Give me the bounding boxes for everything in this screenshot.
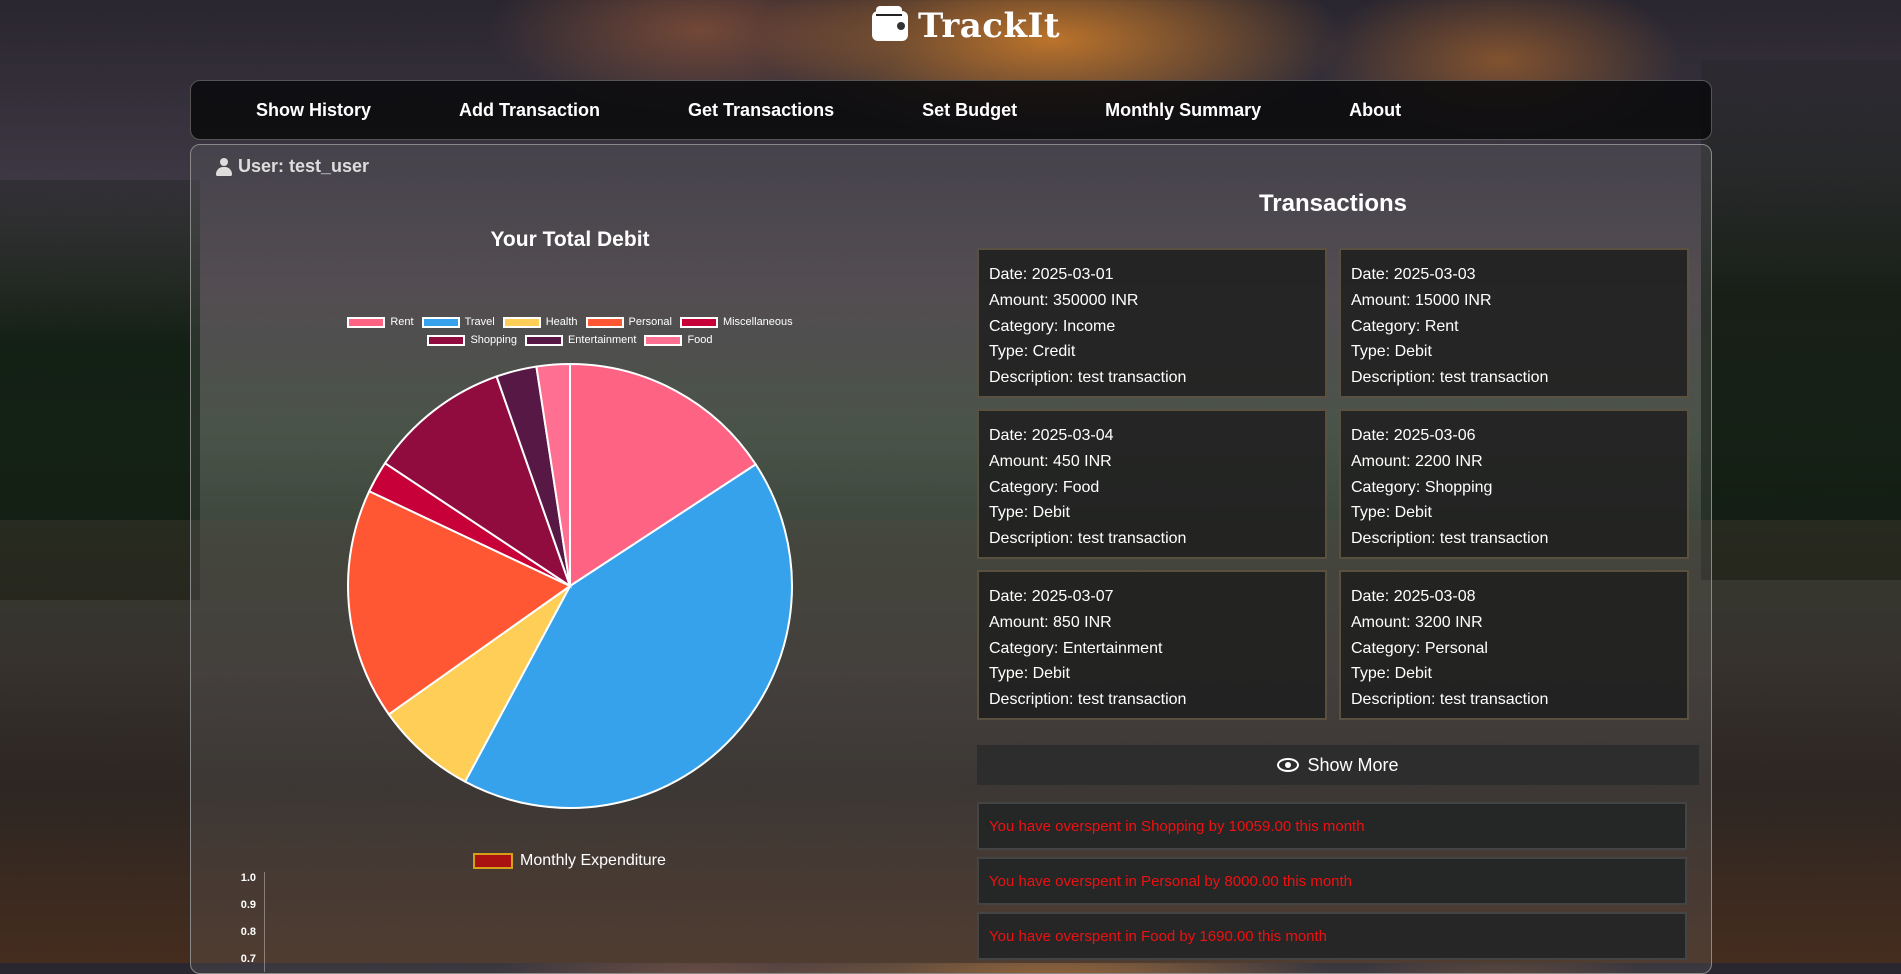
pie-legend: Rent Travel Health Personal Miscellaneous Sho… (330, 316, 810, 346)
transaction-description: Description: test transaction (1351, 369, 1549, 387)
transaction-card[interactable]: Date: 2025-03-08 Amount: 3200 INR Catego… (1339, 570, 1689, 720)
app-name: TrackIt (918, 6, 1061, 46)
legend-label: Travel (464, 316, 495, 328)
overspend-alert: You have overspent in Food by 1690.00 th… (977, 912, 1687, 960)
y-tick-label: 0.9 (240, 899, 256, 911)
app-brand[interactable]: TrackIt (872, 6, 1060, 46)
legend-swatch (585, 316, 624, 328)
overspend-alert: You have overspent in Personal by 8000.0… (977, 857, 1687, 905)
legend-swatch (347, 316, 386, 328)
transaction-description: Description: test transaction (989, 530, 1187, 548)
legend-item-shopping[interactable]: Shopping (427, 334, 517, 346)
legend-swatch (421, 316, 460, 328)
legend-item-health[interactable]: Health (502, 316, 578, 328)
transaction-date: Date: 2025-03-03 (1351, 266, 1476, 283)
bar-chart-y-axis (264, 872, 265, 972)
show-more-label: Show More (1307, 754, 1399, 775)
legend-swatch (679, 316, 718, 328)
nav-add-transaction[interactable]: Add Transaction (415, 100, 644, 121)
transaction-card[interactable]: Date: 2025-03-07 Amount: 850 INR Categor… (977, 570, 1327, 720)
overspend-alert: You have overspent in Shopping by 10059.… (977, 802, 1687, 850)
user-icon (216, 157, 232, 176)
transaction-amount: Amount: 850 INR (989, 613, 1112, 631)
legend-label: Food (687, 334, 713, 346)
nav-get-transactions[interactable]: Get Transactions (644, 100, 878, 121)
transactions-grid: Date: 2025-03-01 Amount: 350000 INR Cate… (977, 248, 1689, 720)
legend-swatch (524, 334, 563, 346)
transaction-amount: Amount: 350000 INR (989, 291, 1139, 309)
transaction-card[interactable]: Date: 2025-03-03 Amount: 15000 INR Categ… (1339, 248, 1689, 398)
transaction-date: Date: 2025-03-04 (989, 427, 1114, 444)
nav-about[interactable]: About (1305, 100, 1445, 121)
transaction-date: Date: 2025-03-06 (1351, 427, 1476, 444)
transaction-category: Category: Food (989, 478, 1100, 496)
legend-label: Miscellaneous (722, 316, 793, 328)
transaction-date: Date: 2025-03-01 (989, 266, 1114, 283)
legend-item-miscellaneous[interactable]: Miscellaneous (679, 316, 793, 328)
legend-item-personal[interactable]: Personal (585, 316, 672, 328)
transaction-amount: Amount: 3200 INR (1351, 613, 1483, 631)
legend-label: Shopping (470, 334, 517, 346)
transaction-type: Type: Debit (989, 504, 1070, 522)
transaction-date: Date: 2025-03-07 (989, 588, 1114, 605)
transaction-description: Description: test transaction (1351, 530, 1549, 548)
transaction-amount: Amount: 15000 INR (1351, 291, 1492, 309)
legend-swatch-monthly-expenditure (473, 853, 513, 869)
debit-pie-chart (347, 362, 793, 809)
transactions-heading: Transactions (1258, 190, 1408, 217)
transaction-category: Category: Shopping (1351, 478, 1493, 496)
eye-icon (1277, 758, 1300, 772)
transaction-card[interactable]: Date: 2025-03-01 Amount: 350000 INR Cate… (977, 248, 1327, 398)
legend-item-travel[interactable]: Travel (421, 316, 495, 328)
transaction-type: Type: Debit (989, 665, 1070, 683)
y-tick-label: 0.8 (240, 926, 256, 938)
transaction-description: Description: test transaction (989, 691, 1187, 709)
nav-show-history[interactable]: Show History (239, 100, 415, 121)
user-label: User: test_user (216, 156, 369, 177)
legend-label: Rent (390, 316, 414, 328)
transaction-category: Category: Personal (1351, 639, 1488, 657)
nav-monthly-summary[interactable]: Monthly Summary (1061, 100, 1305, 121)
transaction-card[interactable]: Date: 2025-03-04 Amount: 450 INR Categor… (977, 409, 1327, 559)
transaction-category: Category: Income (989, 317, 1116, 335)
transaction-category: Category: Entertainment (989, 639, 1163, 657)
transaction-type: Type: Debit (1351, 343, 1432, 361)
legend-label: Entertainment (567, 334, 637, 346)
transaction-type: Type: Debit (1351, 504, 1432, 522)
show-more-button[interactable]: Show More (977, 745, 1699, 785)
transaction-amount: Amount: 450 INR (989, 452, 1112, 470)
legend-label: Personal (628, 316, 672, 328)
transaction-type: Type: Credit (989, 343, 1076, 361)
legend-label: Health (545, 316, 578, 328)
nav-set-budget[interactable]: Set Budget (878, 100, 1061, 121)
main-navbar: Show History Add Transaction Get Transac… (190, 80, 1712, 140)
wallet-icon (872, 6, 908, 41)
legend-swatch (502, 316, 541, 328)
y-tick-label: 1.0 (240, 872, 256, 884)
legend-item-food[interactable]: Food (644, 334, 713, 346)
bar-chart-legend[interactable]: Monthly Expenditure (473, 852, 666, 870)
transaction-amount: Amount: 2200 INR (1351, 452, 1483, 470)
legend-item-rent[interactable]: Rent (347, 316, 414, 328)
legend-swatch (427, 334, 466, 346)
transaction-description: Description: test transaction (989, 369, 1187, 387)
overspend-alerts: You have overspent in Shopping by 10059.… (977, 802, 1687, 960)
legend-label-monthly-expenditure: Monthly Expenditure (520, 852, 666, 869)
user-name: User: test_user (238, 156, 370, 176)
transaction-category: Category: Rent (1351, 317, 1459, 335)
y-tick-label: 0.7 (240, 953, 256, 965)
transaction-description: Description: test transaction (1351, 691, 1549, 709)
transaction-type: Type: Debit (1351, 665, 1432, 683)
transaction-date: Date: 2025-03-08 (1351, 588, 1476, 605)
background-forest-right (1701, 60, 1901, 580)
legend-item-entertainment[interactable]: Entertainment (524, 334, 637, 346)
debit-chart-title: Your Total Debit (490, 228, 650, 251)
legend-swatch (644, 334, 683, 346)
transaction-card[interactable]: Date: 2025-03-06 Amount: 2200 INR Catego… (1339, 409, 1689, 559)
